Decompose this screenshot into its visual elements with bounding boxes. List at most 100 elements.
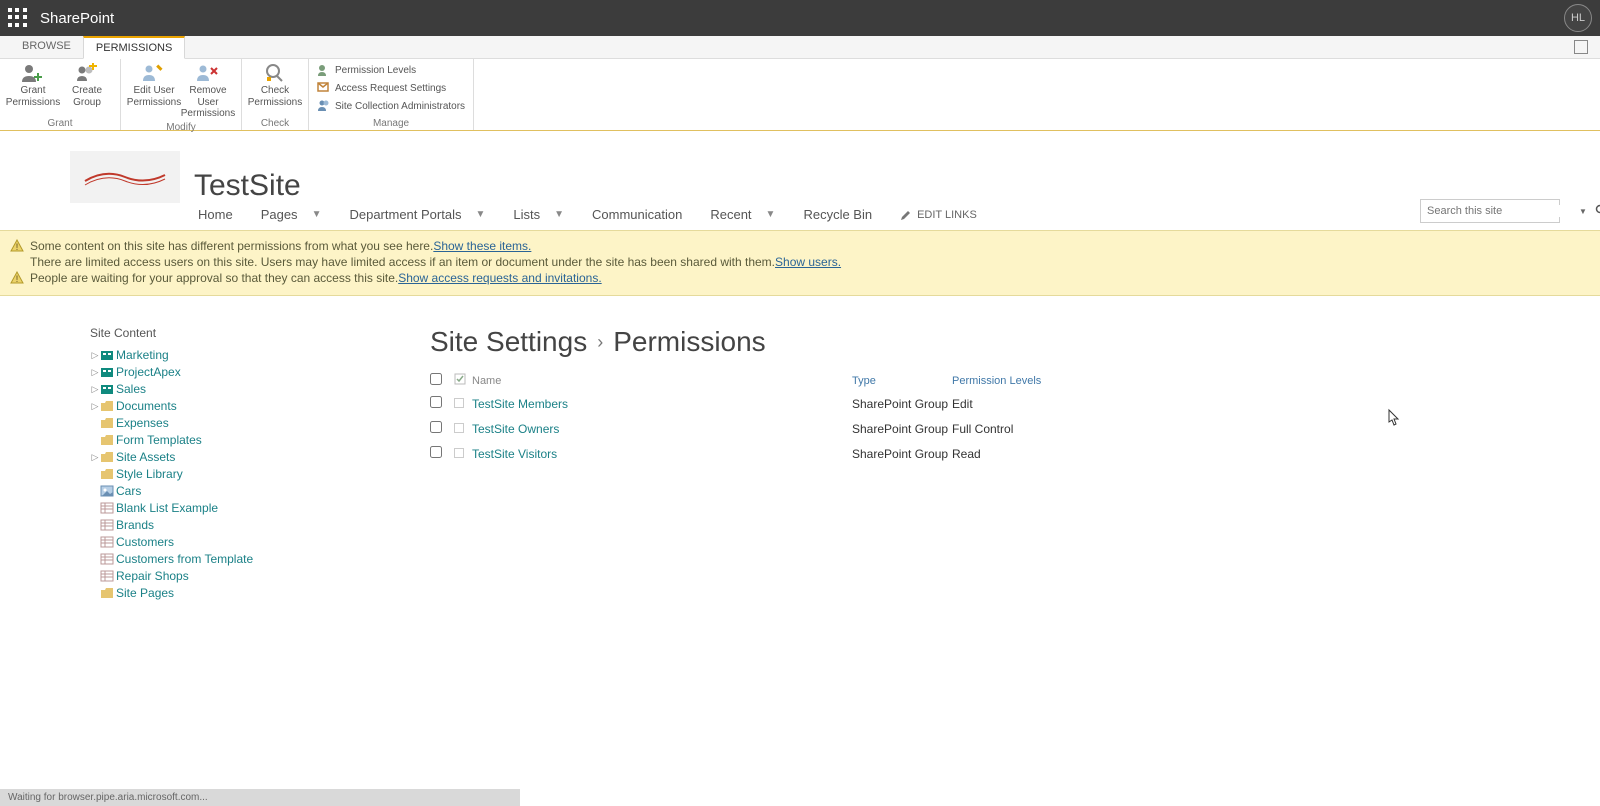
group-icon — [454, 398, 464, 408]
row-type: SharePoint Group — [852, 397, 952, 411]
notice-bar: ! Some content on this site has differen… — [0, 230, 1600, 296]
tree-item[interactable]: ▷Marketing — [90, 348, 350, 362]
group-name-link[interactable]: TestSite Members — [472, 397, 568, 411]
tree-item[interactable]: Form Templates — [90, 433, 350, 447]
column-type[interactable]: Type — [852, 375, 952, 387]
svg-text:!: ! — [16, 274, 19, 284]
show-users-link[interactable]: Show users. — [775, 255, 841, 269]
tree-item[interactable]: Cars — [90, 484, 350, 498]
check-permissions-button[interactable]: Check Permissions — [248, 61, 302, 110]
nav-lists[interactable]: Lists▼ — [513, 207, 564, 222]
permission-levels-button[interactable]: Permission Levels — [315, 61, 467, 79]
nav-recent[interactable]: Recent▼ — [710, 207, 775, 222]
tree-item-label: Repair Shops — [116, 569, 189, 583]
nav-home[interactable]: Home — [198, 207, 233, 222]
group-name-link[interactable]: TestSite Visitors — [472, 447, 557, 461]
request-icon — [317, 81, 331, 95]
nav-department-portals[interactable]: Department Portals▼ — [349, 207, 485, 222]
tree-item-label: Style Library — [116, 467, 183, 481]
warning-icon: ! — [10, 271, 24, 285]
admin-icon — [317, 99, 331, 113]
user-remove-icon — [196, 63, 220, 83]
suite-title: SharePoint — [40, 10, 114, 27]
column-permission-levels[interactable]: Permission Levels — [952, 375, 1132, 387]
expand-icon[interactable]: ▷ — [90, 452, 100, 463]
notice-line-2: There are limited access users on this s… — [30, 255, 775, 269]
ribbon-group-manage: Permission Levels Access Request Setting… — [309, 59, 474, 130]
group-icon — [454, 448, 464, 458]
expand-icon[interactable]: ▷ — [90, 401, 100, 412]
notice-line-1: Some content on this site has different … — [30, 239, 433, 253]
edit-user-permissions-button[interactable]: Edit User Permissions — [127, 61, 181, 110]
group-name-link[interactable]: TestSite Owners — [472, 422, 559, 436]
row-checkbox[interactable] — [430, 446, 442, 458]
row-checkbox[interactable] — [430, 421, 442, 433]
remove-user-permissions-button[interactable]: Remove User Permissions — [181, 61, 235, 122]
tree-item[interactable]: Expenses — [90, 416, 350, 430]
svg-text:!: ! — [16, 242, 19, 252]
tree-item[interactable]: ▷Documents — [90, 399, 350, 413]
search-input[interactable] — [1421, 205, 1575, 217]
tree-item[interactable]: ▷ Sales — [90, 382, 350, 396]
tree-item[interactable]: Blank List Example — [90, 501, 350, 515]
tree-item-label: ProjectApex — [116, 365, 181, 379]
tree-item-label: Customers — [116, 535, 174, 549]
show-access-requests-link[interactable]: Show access requests and invitations. — [398, 271, 601, 285]
expand-icon[interactable]: ▷ — [90, 350, 100, 361]
grant-permissions-button[interactable]: Grant Permissions — [6, 61, 60, 110]
left-nav-header: Site Content — [90, 326, 350, 340]
select-all-checkbox[interactable] — [430, 373, 442, 385]
create-group-button[interactable]: Create Group — [60, 61, 114, 110]
tree-item-label: Sales — [116, 382, 146, 396]
search-go-button[interactable] — [1591, 204, 1600, 219]
tree-item[interactable]: Customers from Template — [90, 552, 350, 566]
tree-item[interactable]: Site Pages — [90, 586, 350, 600]
search-user-icon — [263, 63, 287, 83]
left-nav: Site Content ▷Marketing▷ProjectApex▷Sale… — [90, 326, 350, 603]
focus-content-icon[interactable] — [1574, 40, 1588, 54]
search-box: ▼ — [1420, 199, 1560, 223]
tree-item-label: Site Assets — [116, 450, 175, 464]
edit-links-button[interactable]: EDIT LINKS — [900, 209, 977, 221]
main-content: Site Settings › Permissions Name Type Pe… — [350, 326, 1580, 603]
nav-recycle-bin[interactable]: Recycle Bin — [803, 207, 872, 222]
column-name[interactable]: Name — [472, 375, 852, 387]
nav-pages[interactable]: Pages▼ — [261, 207, 322, 222]
tree-item[interactable]: Customers — [90, 535, 350, 549]
access-request-settings-button[interactable]: Access Request Settings — [315, 79, 467, 97]
site-title: TestSite — [194, 169, 301, 203]
tab-permissions[interactable]: PERMISSIONS — [83, 36, 185, 59]
notice-line-3: People are waiting for your approval so … — [30, 271, 398, 285]
search-scope-dropdown[interactable]: ▼ — [1575, 207, 1591, 216]
row-checkbox[interactable] — [430, 396, 442, 408]
nav-communication[interactable]: Communication — [592, 207, 682, 222]
tree-item-label: Expenses — [116, 416, 169, 430]
chevron-down-icon: ▼ — [312, 209, 322, 220]
table-row: TestSite VisitorsSharePoint GroupRead — [430, 441, 1580, 466]
chevron-down-icon: ▼ — [475, 209, 485, 220]
site-logo[interactable] — [70, 151, 180, 203]
group-plus-icon — [75, 63, 99, 83]
tree-item-label: Cars — [116, 484, 141, 498]
tree-item[interactable]: ▷ Site Assets — [90, 450, 350, 464]
row-type: SharePoint Group — [852, 422, 952, 436]
tab-browse[interactable]: BROWSE — [10, 36, 83, 58]
app-launcher-icon[interactable] — [8, 8, 28, 28]
show-these-items-link[interactable]: Show these items. — [433, 239, 531, 253]
expand-icon[interactable]: ▷ — [90, 384, 100, 395]
permissions-table: Name Type Permission Levels TestSite Mem… — [430, 370, 1580, 466]
avatar[interactable]: HL — [1564, 4, 1592, 32]
breadcrumb-separator-icon: › — [597, 332, 603, 353]
tree-item[interactable]: ▷ ProjectApex — [90, 365, 350, 379]
pencil-icon — [900, 209, 912, 221]
row-permission-level: Full Control — [952, 422, 1132, 436]
expand-icon[interactable]: ▷ — [90, 367, 100, 378]
tree-item[interactable]: Repair Shops — [90, 569, 350, 583]
tree-item[interactable]: Brands — [90, 518, 350, 532]
tree-item[interactable]: Style Library — [90, 467, 350, 481]
breadcrumb-site-settings[interactable]: Site Settings — [430, 326, 587, 358]
site-collection-admins-button[interactable]: Site Collection Administrators — [315, 97, 467, 115]
breadcrumb-permissions: Permissions — [613, 326, 765, 358]
ribbon-group-modify: Edit User Permissions Remove User Permis… — [121, 59, 242, 130]
tree-item-label: Customers from Template — [116, 552, 253, 566]
